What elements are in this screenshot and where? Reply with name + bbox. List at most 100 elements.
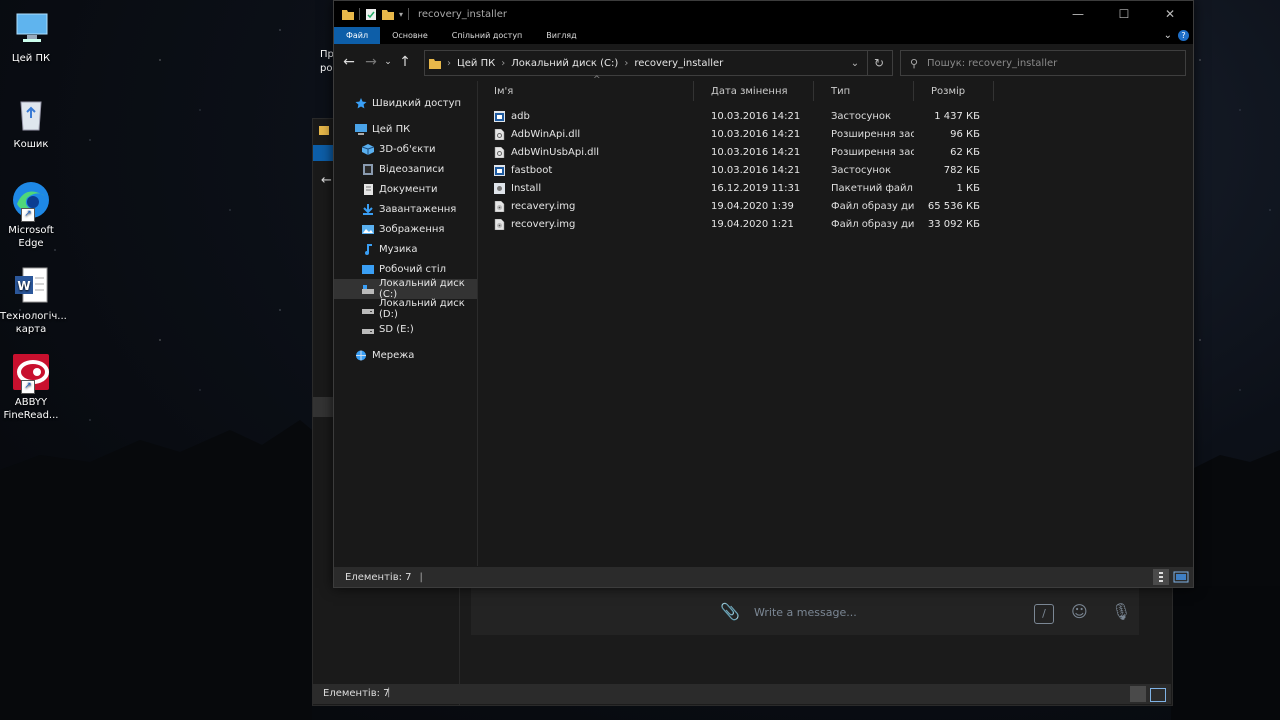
nav-item[interactable]: Локальний диск (C:): [334, 278, 477, 300]
minimize-button[interactable]: —: [1055, 1, 1101, 27]
back-button[interactable]: ←: [338, 54, 360, 70]
explorer-window[interactable]: ▾ recovery_installer — ☐ ✕ Файл Основне …: [333, 0, 1194, 588]
file-type-cell: Розширення заст...: [814, 143, 914, 161]
nav-item[interactable]: Зображення: [334, 219, 477, 239]
breadcrumb-current-folder[interactable]: recovery_installer: [634, 58, 723, 69]
desktop-icon-this-pc[interactable]: Цей ПК: [0, 8, 62, 65]
column-type[interactable]: Тип: [814, 81, 914, 101]
search-input[interactable]: Пошук: recovery_installer: [927, 58, 1057, 69]
details-view-button[interactable]: [1130, 686, 1146, 702]
quick-access-toolbar-dropdown[interactable]: ▾: [399, 10, 403, 19]
close-button[interactable]: ✕: [1147, 1, 1193, 27]
file-name-cell: fastboot: [478, 161, 694, 179]
nav-item[interactable]: Відеозаписи: [334, 159, 477, 179]
address-dropdown[interactable]: ⌄: [843, 58, 867, 69]
breadcrumb-this-pc[interactable]: Цей ПК: [457, 58, 495, 69]
search-box[interactable]: ⚲ Пошук: recovery_installer: [900, 50, 1186, 76]
desktop-icon-word-doc[interactable]: W Технологіч... карта: [0, 266, 67, 336]
search-icon: ⚲: [909, 56, 919, 70]
details-view-button[interactable]: [1153, 569, 1169, 585]
desktop-icon-recycle-bin[interactable]: Кошик: [0, 94, 62, 151]
file-date: 10.03.2016 14:21: [711, 146, 801, 158]
expand-ribbon-icon[interactable]: ⌄: [1164, 30, 1172, 41]
nav-item[interactable]: Локальний диск (D:): [334, 298, 477, 320]
file-row[interactable]: AdbWinUsbApi.dll 10.03.2016 14:21 Розширен…: [478, 143, 1192, 161]
help-icon[interactable]: ?: [1178, 30, 1189, 41]
column-name[interactable]: Ім'я: [478, 81, 694, 101]
desktop-icon-label: Microsoft Edge: [8, 225, 54, 249]
file-name-cell: AdbWinApi.dll: [478, 125, 694, 143]
file-row[interactable]: recavery.img 19.04.2020 1:39 Файл образу д…: [478, 197, 1192, 215]
file-size: 96 КБ: [950, 128, 980, 140]
nav-item[interactable]: Швидкий доступ: [334, 93, 477, 113]
documents-icon: [362, 183, 374, 195]
column-size[interactable]: Розмір: [914, 81, 994, 101]
file-row[interactable]: recovery.img 19.04.2020 1:21 Файл образу д…: [478, 215, 1192, 233]
recent-locations-dropdown[interactable]: ⌄: [382, 57, 394, 67]
nav-item[interactable]: Документи: [334, 179, 477, 199]
nav-item[interactable]: Музика: [334, 239, 477, 259]
desktop-icon-abbyy[interactable]: ↗ ABBYY FineRead...: [0, 352, 62, 422]
desktop-icon-edge[interactable]: ↗ Microsoft Edge: [0, 180, 62, 250]
refresh-button[interactable]: ↻: [866, 50, 893, 76]
chat-message-input[interactable]: Write a message...: [754, 606, 857, 619]
tab-view[interactable]: Вигляд: [534, 27, 588, 44]
bg-status-count: Елементів: 7: [323, 688, 390, 699]
title-bar[interactable]: ▾ recovery_installer — ☐ ✕: [334, 1, 1193, 27]
address-bar[interactable]: › Цей ПК › Локальний диск (C:) › recover…: [424, 50, 868, 76]
file-name: recavery.img: [511, 200, 576, 212]
file-size: 65 536 КБ: [927, 200, 980, 212]
file-type-cell: Застосунок: [814, 107, 914, 125]
cube-3d-icon: [361, 143, 375, 155]
dll-icon: [494, 146, 505, 158]
nav-item[interactable]: Робочий стіл: [334, 259, 477, 279]
microphone-icon[interactable]: 🎙: [1111, 602, 1131, 621]
file-row[interactable]: Install 16.12.2019 11:31 Пакетний файл W..…: [478, 179, 1192, 197]
back-arrow-icon[interactable]: ←: [321, 173, 332, 188]
tab-share[interactable]: Спільний доступ: [440, 27, 535, 44]
file-name: Install: [511, 182, 542, 194]
file-date: 10.03.2016 14:21: [711, 164, 801, 176]
file-row[interactable]: AdbWinApi.dll 10.03.2016 14:21 Розширення …: [478, 125, 1192, 143]
maximize-button[interactable]: ☐: [1101, 1, 1147, 27]
nav-item-label: Документи: [379, 183, 438, 195]
bg-status-bar: Елементів: 7 |: [312, 684, 1171, 704]
folder-icon: [342, 9, 354, 20]
tab-home[interactable]: Основне: [380, 27, 440, 44]
file-name-cell: recovery.img: [478, 215, 694, 233]
batch-file-icon: [494, 182, 505, 194]
nav-item[interactable]: Цей ПК: [334, 119, 477, 139]
file-name: fastboot: [511, 164, 553, 176]
network-icon: [355, 350, 367, 361]
nav-item[interactable]: 3D-об'єкти: [334, 139, 477, 159]
recycle-bin-icon: [11, 94, 51, 134]
file-size-cell: 62 КБ: [914, 143, 994, 161]
file-row[interactable]: adb 10.03.2016 14:21 Застосунок 1 437 КБ: [478, 107, 1192, 125]
column-date-modified[interactable]: Дата змінення: [694, 81, 814, 101]
nav-item[interactable]: SD (E:): [334, 319, 477, 339]
large-icons-view-button[interactable]: [1150, 688, 1166, 702]
attach-icon[interactable]: 📎: [720, 602, 740, 621]
breadcrumb-drive-c[interactable]: Локальний диск (C:): [511, 58, 618, 69]
shortcut-arrow-icon: ↗: [21, 208, 35, 222]
chevron-right-icon[interactable]: ›: [624, 58, 628, 69]
nav-item[interactable]: Мережа: [334, 345, 477, 365]
bg-file-tab[interactable]: [313, 145, 335, 161]
bot-command-icon[interactable]: /: [1034, 604, 1054, 624]
chevron-right-icon[interactable]: ›: [501, 58, 505, 69]
properties-icon[interactable]: [365, 8, 377, 20]
file-size-cell: 96 КБ: [914, 125, 994, 143]
new-folder-icon[interactable]: [382, 9, 394, 20]
large-icons-view-button[interactable]: [1173, 569, 1189, 585]
drive-icon: [362, 324, 374, 335]
tab-file[interactable]: Файл: [334, 27, 381, 44]
chevron-right-icon[interactable]: ›: [447, 58, 451, 69]
forward-button[interactable]: →: [360, 54, 382, 70]
file-name-cell: Install: [478, 179, 694, 197]
file-size-cell: 1 КБ: [914, 179, 994, 197]
nav-item[interactable]: Завантаження: [334, 199, 477, 219]
file-row[interactable]: fastboot 10.03.2016 14:21 Застосунок 782 КБ: [478, 161, 1192, 179]
up-button[interactable]: ↑: [394, 54, 416, 70]
file-size: 33 092 КБ: [927, 218, 980, 230]
emoji-icon[interactable]: ☺: [1071, 602, 1088, 621]
